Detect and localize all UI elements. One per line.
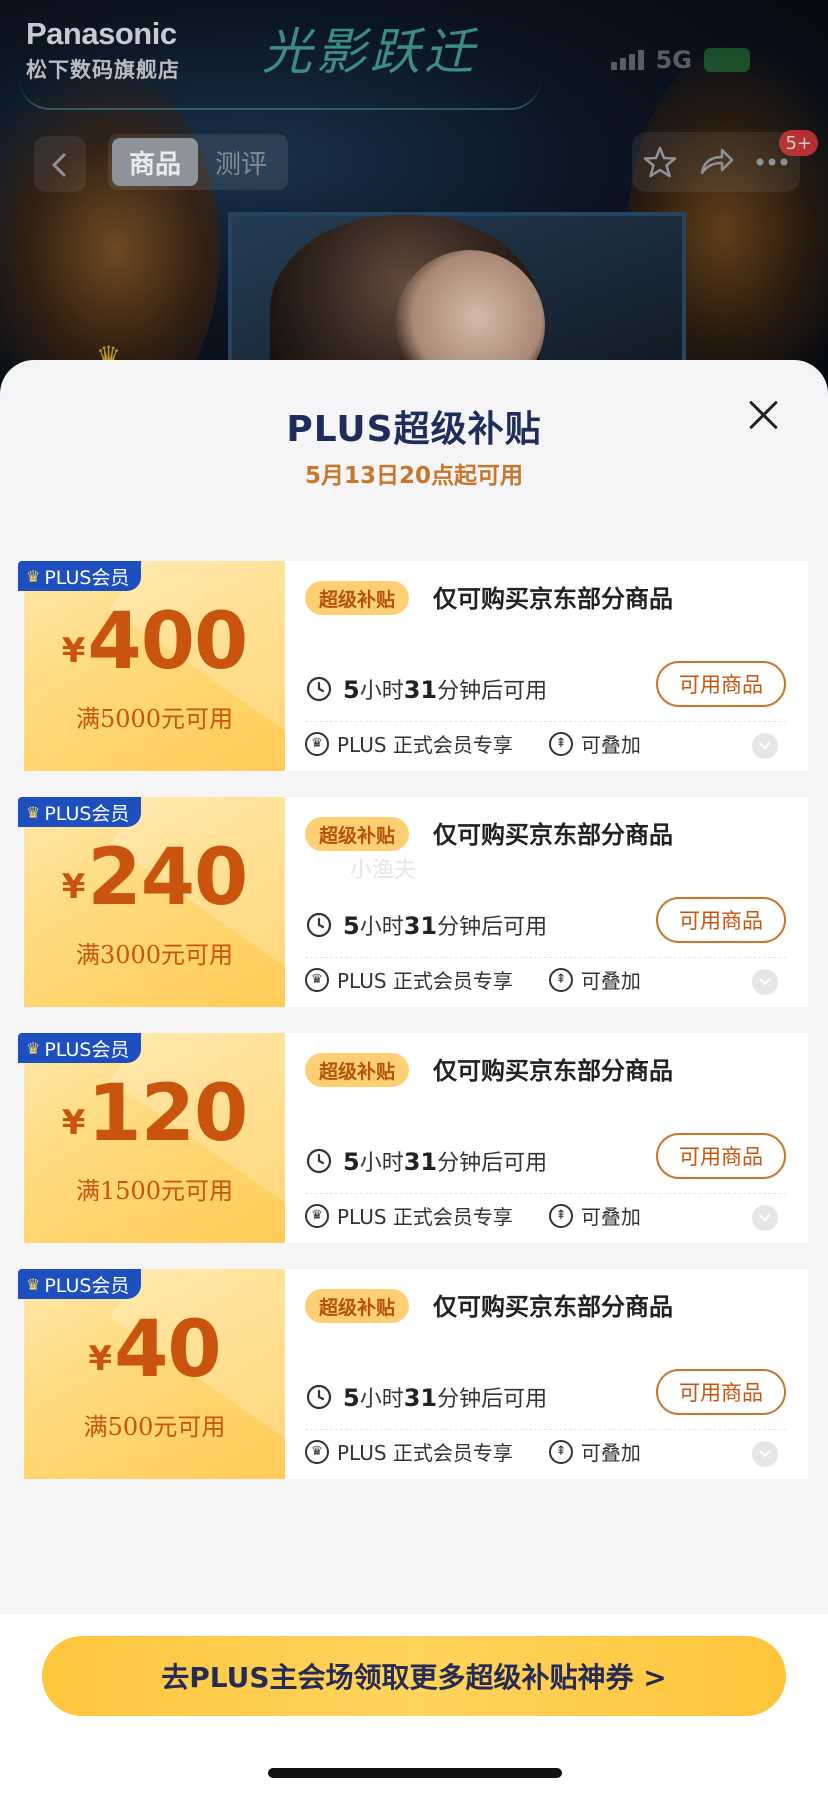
coupon-footer: ♛ PLUS 正式会员专享 ⇞ 可叠加 (305, 965, 641, 994)
expand-button[interactable] (752, 733, 778, 759)
super-subsidy-badge: 超级补贴 (305, 1289, 410, 1323)
home-indicator[interactable] (268, 1768, 562, 1778)
super-subsidy-badge: 超级补贴 (305, 581, 410, 615)
plus-member-tag: ♛ PLUS会员 (18, 1269, 142, 1299)
coupon-amount: ¥400 (61, 597, 248, 687)
divider (305, 957, 786, 958)
countdown-timer: 5小时31分钟后可用 (305, 909, 547, 941)
countdown-timer: 5小时31分钟后可用 (305, 1145, 547, 1177)
stack-icon: ⇞ (548, 1203, 573, 1228)
coupon-amount: ¥240 (61, 833, 248, 923)
chevron-down-icon (759, 1214, 771, 1222)
stack-icon: ⇞ (548, 1439, 573, 1464)
available-products-button[interactable]: 可用商品 (656, 1369, 786, 1415)
expand-button[interactable] (752, 969, 778, 995)
coupon-condition: 满5000元可用 (75, 705, 234, 733)
super-subsidy-badge: 超级补贴 (305, 817, 410, 851)
expand-button[interactable] (752, 1205, 778, 1231)
chevron-down-icon (759, 1450, 771, 1458)
coupon-condition: 满1500元可用 (75, 1177, 234, 1205)
countdown-timer: 5小时31分钟后可用 (305, 1381, 547, 1413)
crown-member-icon: ♛ (305, 731, 329, 756)
available-products-button[interactable]: 可用商品 (656, 661, 786, 707)
coupon-detail-panel: 超级补贴 仅可购买京东部分商品 5小时31分钟后可用 可用商品 ♛ PLUS 正式… (285, 1033, 808, 1243)
coupon-amount: ¥120 (61, 1069, 248, 1159)
clock-icon (306, 676, 332, 702)
crown-member-icon: ♛ (305, 1203, 329, 1228)
coupon-card: ♛ PLUS会员 ¥40 满500元可用 超级补贴 仅可购买京东部分商品 5小时3… (18, 1269, 808, 1479)
coupon-amount: ¥40 (88, 1305, 221, 1395)
crown-icon: ♛ (26, 566, 41, 586)
coupon-card: ♛ PLUS会员 ¥240 满3000元可用 超级补贴 仅可购买京东部分商品 5小… (18, 797, 808, 1007)
chevron-down-icon (759, 742, 771, 750)
coupon-detail-panel: 超级补贴 仅可购买京东部分商品 5小时31分钟后可用 可用商品 ♛ PLUS 正式… (285, 797, 808, 1007)
crown-icon: ♛ (26, 802, 41, 822)
divider (305, 1193, 786, 1194)
watermark: 小渔夫 (350, 858, 417, 883)
available-products-button[interactable]: 可用商品 (656, 897, 786, 943)
crown-icon: ♛ (26, 1038, 41, 1058)
coupon-detail-panel: 超级补贴 仅可购买京东部分商品 5小时31分钟后可用 可用商品 ♛ PLUS 正式… (285, 1269, 808, 1479)
chevron-down-icon (759, 978, 771, 986)
coupon-description: 仅可购买京东部分商品 (433, 585, 673, 613)
coupon-footer: ♛ PLUS 正式会员专享 ⇞ 可叠加 (305, 1437, 641, 1466)
coupon-description: 仅可购买京东部分商品 (433, 1057, 673, 1085)
coupon-card: ♛ PLUS会员 ¥120 满1500元可用 超级补贴 仅可购买京东部分商品 5小… (18, 1033, 808, 1243)
crown-member-icon: ♛ (305, 1439, 329, 1464)
divider (305, 1429, 786, 1430)
coupon-footer: ♛ PLUS 正式会员专享 ⇞ 可叠加 (305, 729, 641, 758)
crown-member-icon: ♛ (305, 967, 329, 992)
plus-member-tag: ♛ PLUS会员 (18, 561, 142, 591)
expand-button[interactable] (752, 1441, 778, 1467)
available-products-button[interactable]: 可用商品 (656, 1133, 786, 1179)
super-subsidy-badge: 超级补贴 (305, 1053, 410, 1087)
coupon-description: 仅可购买京东部分商品 (433, 1293, 673, 1321)
plus-venue-cta-button[interactable]: 去PLUS主会场领取更多超级补贴神券 > (42, 1636, 786, 1716)
coupon-condition: 满500元可用 (83, 1413, 226, 1441)
stack-icon: ⇞ (548, 967, 573, 992)
sheet-subtitle: 5月13日20点起可用 (304, 463, 524, 489)
coupon-footer: ♛ PLUS 正式会员专享 ⇞ 可叠加 (305, 1201, 641, 1230)
clock-icon (306, 1148, 332, 1174)
coupon-detail-panel: 超级补贴 仅可购买京东部分商品 5小时31分钟后可用 可用商品 ♛ PLUS 正式… (285, 561, 808, 771)
bottom-bar: 去PLUS主会场领取更多超级补贴神券 > (0, 1614, 828, 1796)
clock-icon (306, 1384, 332, 1410)
coupon-card: ♛ PLUS会员 ¥400 满5000元可用 超级补贴 仅可购买京东部分商品 5小… (18, 561, 808, 771)
close-button[interactable] (740, 392, 788, 440)
crown-icon: ♛ (26, 1274, 41, 1294)
coupon-condition: 满3000元可用 (75, 941, 234, 969)
plus-member-tag: ♛ PLUS会员 (18, 1033, 142, 1063)
coupon-description: 仅可购买京东部分商品 (433, 821, 673, 849)
divider (305, 721, 786, 722)
sheet-title: PLUS超级补贴 (286, 409, 542, 450)
stack-icon: ⇞ (548, 731, 573, 756)
countdown-timer: 5小时31分钟后可用 (305, 673, 547, 705)
clock-icon (306, 912, 332, 938)
plus-member-tag: ♛ PLUS会员 (18, 797, 142, 827)
